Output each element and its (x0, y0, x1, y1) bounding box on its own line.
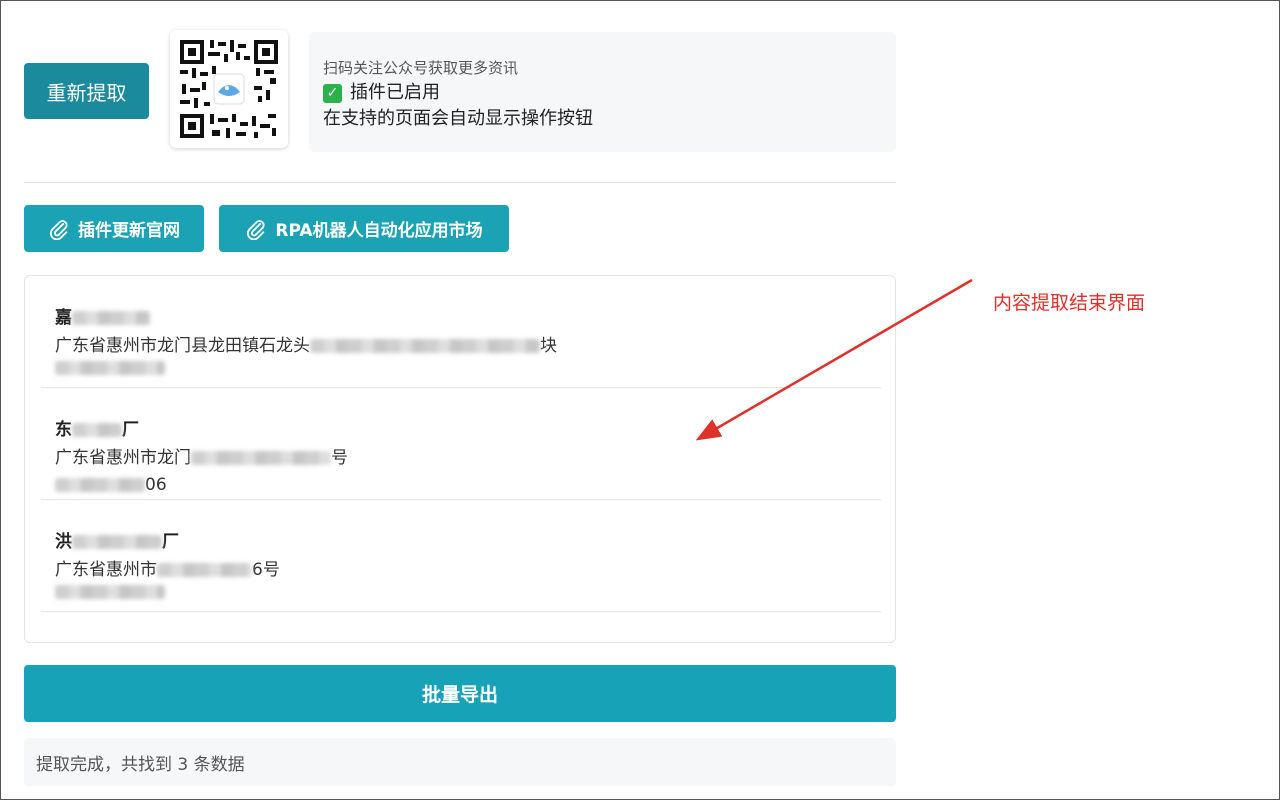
list-item[interactable]: 洪 厂 广东省惠州市 6号 (41, 500, 881, 612)
batch-export-button[interactable]: 批量导出 (24, 665, 896, 722)
redacted-block (55, 585, 165, 599)
scan-tip-text: 扫码关注公众号获取更多资讯 (323, 59, 519, 77)
plugin-enabled-status: ✓ 插件已启用 (323, 80, 882, 106)
redacted-block (55, 478, 145, 492)
redacted-block (157, 563, 252, 577)
item-name: 东 厂 (55, 420, 139, 440)
update-site-button[interactable]: 插件更新官网 (24, 205, 204, 252)
info-panel: 扫码关注公众号获取更多资讯 ✓ 插件已启用 在支持的页面会自动显示操作按钮 (309, 32, 896, 152)
paperclip-icon (247, 219, 265, 240)
item-phone (55, 585, 881, 599)
paperclip-icon (49, 219, 68, 240)
list-item[interactable]: 东 厂 广东省惠州市龙门 号 06 (41, 388, 881, 500)
qr-code (170, 30, 288, 148)
rpa-market-button[interactable]: RPA机器人自动化应用市场 (219, 205, 509, 252)
status-text: 提取完成，共找到 3 条数据 (36, 754, 245, 775)
qr-code-image (178, 38, 280, 140)
reextract-button[interactable]: 重新提取 (24, 63, 149, 119)
item-name: 嘉 (55, 306, 881, 330)
item-phone: 06 (55, 473, 881, 497)
results-list: 嘉 广东省惠州市龙门县龙田镇石龙头 块 东 厂 广东省惠州市龙门 号 06 洪 … (24, 275, 896, 643)
redacted-block (191, 451, 331, 465)
redacted-block (310, 339, 540, 353)
plugin-enabled-text: 插件已启用 (350, 82, 440, 103)
redacted-block (72, 423, 122, 437)
item-name: 洪 厂 (55, 532, 179, 552)
annotation-label: 内容提取结束界面 (993, 292, 1146, 314)
item-address: 广东省惠州市 6号 (55, 560, 280, 580)
update-site-label: 插件更新官网 (78, 221, 180, 241)
divider (24, 182, 896, 183)
redacted-block (72, 311, 150, 325)
auto-show-text: 在支持的页面会自动显示操作按钮 (323, 108, 593, 129)
item-address: 广东省惠州市龙门县龙田镇石龙头 块 (55, 336, 557, 356)
rpa-market-label: RPA机器人自动化应用市场 (275, 221, 483, 241)
checkmark-icon: ✓ (323, 83, 342, 103)
list-item[interactable]: 嘉 广东省惠州市龙门县龙田镇石龙头 块 (41, 276, 881, 388)
item-address: 广东省惠州市龙门 号 (55, 448, 348, 468)
status-bar: 提取完成，共找到 3 条数据 (24, 738, 896, 786)
redacted-block (72, 535, 162, 549)
redacted-block (55, 361, 165, 375)
item-phone (55, 361, 881, 375)
